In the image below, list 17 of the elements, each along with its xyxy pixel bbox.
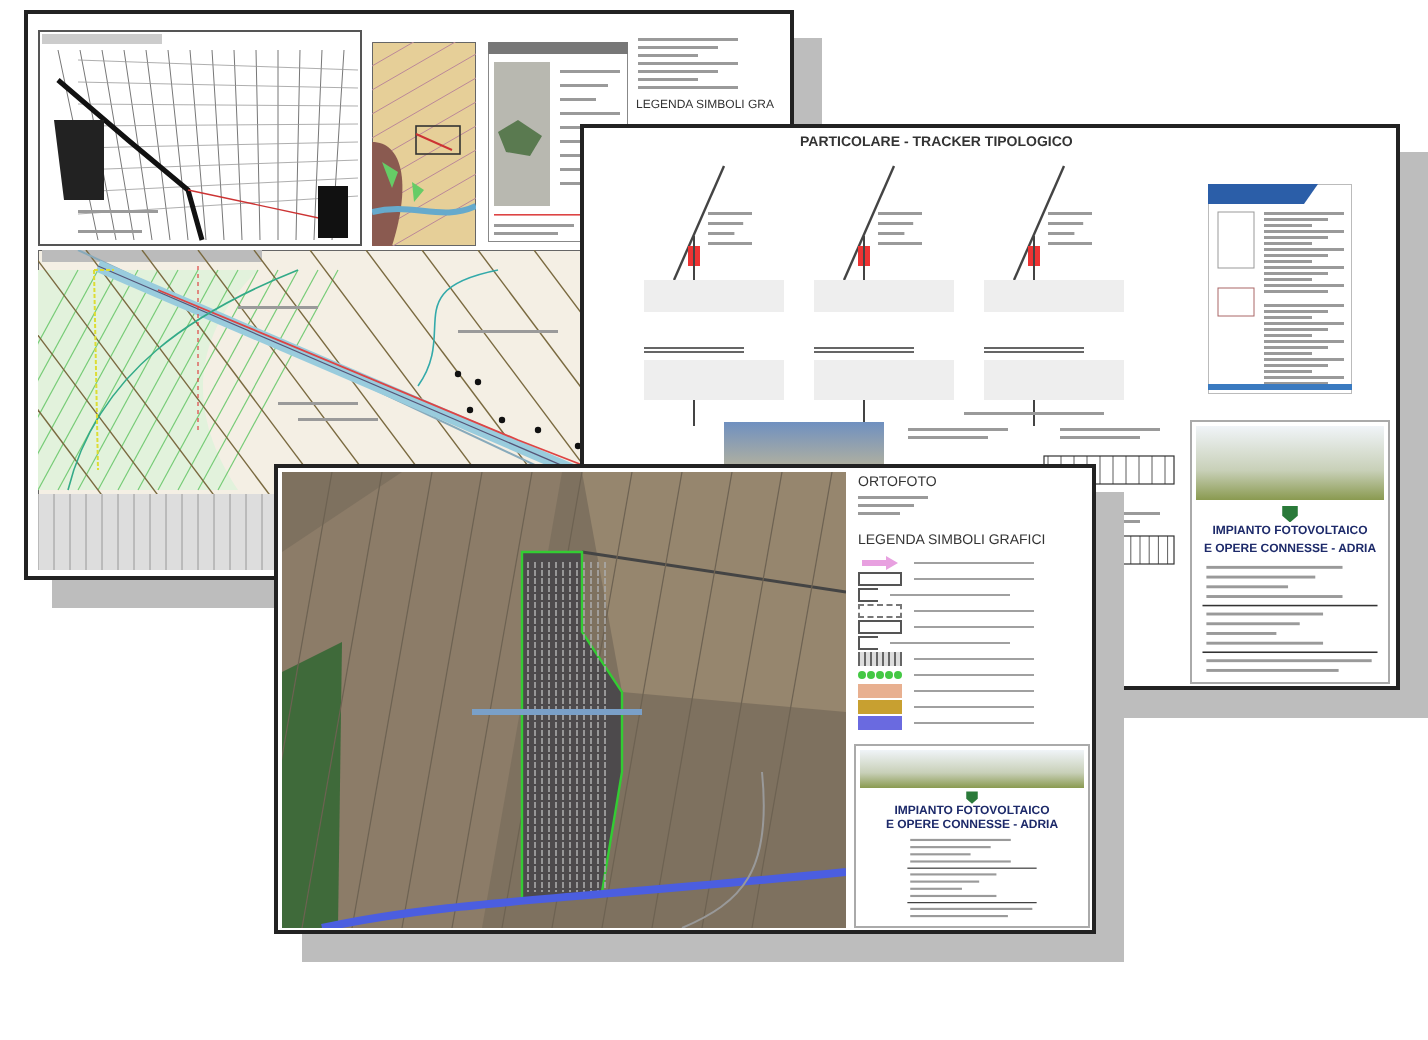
legend-text-line <box>914 657 1034 661</box>
legend-text-line <box>890 641 1010 645</box>
legend-text-line <box>914 625 1034 629</box>
outline-symbol-icon <box>858 572 902 586</box>
legend-text-line <box>914 721 1034 725</box>
outline-symbol-icon <box>858 620 902 634</box>
legend-text-line <box>914 705 1034 709</box>
dashed-symbol-icon <box>858 604 902 618</box>
bracket-symbol-icon <box>858 636 878 650</box>
legend-text-line <box>914 673 1034 677</box>
legend-text-line <box>914 609 1034 613</box>
bracket-symbol-icon <box>858 588 878 602</box>
legend-text-line <box>914 561 1034 565</box>
hatch-symbol-icon <box>858 652 902 666</box>
legend-text-line <box>890 593 1010 597</box>
legend-text-line <box>914 577 1034 581</box>
legend-text-line <box>914 689 1034 693</box>
